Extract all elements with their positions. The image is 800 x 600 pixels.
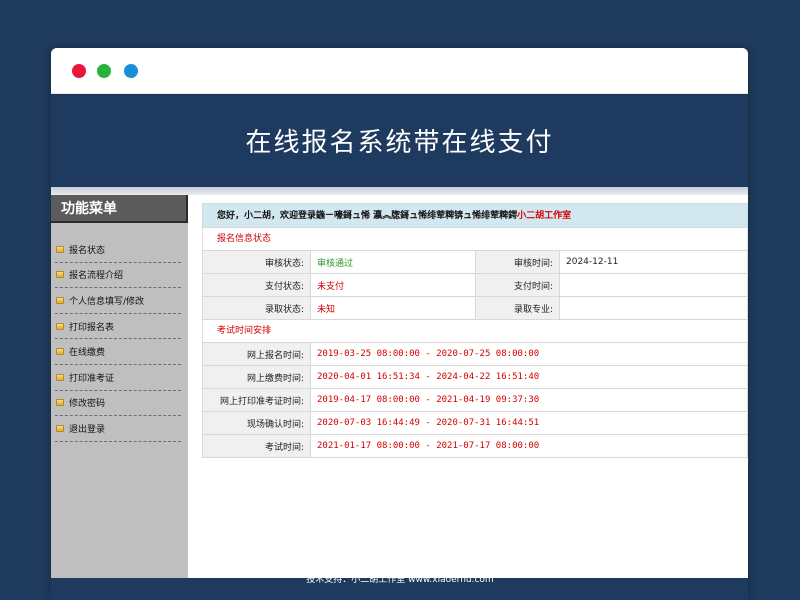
schedule-table: 网上报名时间: 2019-03-25 08:00:00 - 2020-07-25… (202, 342, 748, 458)
table-row: 录取状态: 未知 录取专业: (202, 296, 748, 320)
folder-icon (56, 245, 64, 253)
admission-major-value (559, 296, 748, 320)
folder-icon (56, 296, 64, 304)
table-row: 现场确认时间: 2020-07-03 16:44:49 - 2020-07-31… (202, 411, 748, 435)
review-time-label: 审核时间: (475, 250, 560, 274)
window-chrome (51, 48, 748, 94)
sidebar-item-print-admission-ticket[interactable]: 打印准考证 (55, 365, 181, 391)
table-row: 考试时间: 2021-01-17 08:00:00 - 2021-07-17 0… (202, 434, 748, 458)
sidebar-item-label: 打印准考证 (69, 373, 115, 384)
sidebar-item-label: 在线缴费 (69, 348, 106, 359)
schedule-label: 网上打印准考证时间: (202, 388, 311, 412)
content-panel: 您好，小二胡，欢迎登录鍦ㄧ嚎鎶ュ悕 瀛︽牎鎶ュ悕绯荤粺锛ュ悕绯荤粺鍔小二胡工作室… (202, 203, 748, 458)
browser-window: 在线报名系统带在线支付 功能菜单 报名状态 报名流程介绍 个人信息填写/修改 打… (51, 48, 748, 600)
minimize-window-button[interactable] (97, 64, 111, 78)
admission-major-label: 录取专业: (475, 296, 560, 320)
brand-name: 小二胡工作室 (517, 211, 572, 221)
welcome-text: 您好，小二胡，欢迎登录鍦ㄧ嚎鎶ュ悕 瀛︽牎鎶ュ悕绯荤粺锛ュ悕绯荤粺鍔 (217, 211, 518, 221)
sidebar-item-process-intro[interactable]: 报名流程介绍 (55, 263, 181, 289)
schedule-value: 2019-03-25 08:00:00 - 2020-07-25 08:00:0… (310, 342, 748, 366)
table-row: 网上报名时间: 2019-03-25 08:00:00 - 2020-07-25… (202, 342, 748, 366)
payment-time-label: 支付时间: (475, 273, 560, 297)
status-table: 审核状态: 审核通过 审核时间: 2024-12-11 支付状态: 未支付 支付… (202, 250, 748, 320)
sidebar-item-label: 打印报名表 (69, 322, 115, 333)
payment-status-label: 支付状态: (202, 273, 311, 297)
banner-divider (51, 187, 748, 195)
folder-icon (56, 424, 64, 432)
schedule-value: 2020-07-03 16:44:49 - 2020-07-31 16:44:5… (310, 411, 748, 435)
sidebar-item-logout[interactable]: 退出登录 (55, 416, 181, 442)
sidebar-item-change-password[interactable]: 修改密码 (55, 391, 181, 417)
folder-icon (56, 399, 64, 407)
table-row: 网上打印准考证时间: 2019-04-17 08:00:00 - 2021-04… (202, 388, 748, 412)
site-banner: 在线报名系统带在线支付 (51, 94, 748, 187)
main-content: 您好，小二胡，欢迎登录鍦ㄧ嚎鎶ュ悕 瀛︽牎鎶ュ悕绯荤粺锛ュ悕绯荤粺鍔小二胡工作室… (188, 195, 748, 578)
sidebar-item-label: 报名流程介绍 (69, 271, 124, 282)
schedule-section-title: 考试时间安排 (202, 320, 748, 342)
table-row: 网上缴费时间: 2020-04-01 16:51:34 - 2024-04-22… (202, 365, 748, 389)
folder-icon (56, 373, 64, 381)
sidebar-item-label: 报名状态 (69, 245, 106, 256)
schedule-value: 2020-04-01 16:51:34 - 2024-04-22 16:51:4… (310, 365, 748, 389)
sidebar-title: 功能菜单 (51, 195, 188, 223)
footer-address: 地址：龙兴大街129号 (355, 558, 445, 568)
footer-support: 技术支持：小二胡工作室 www.xiaoerhu.com (306, 575, 494, 585)
schedule-value: 2019-04-17 08:00:00 - 2021-04-19 09:37:3… (310, 388, 748, 412)
schedule-label: 网上报名时间: (202, 342, 311, 366)
payment-status-value: 未支付 (310, 273, 476, 297)
payment-time-value (559, 273, 748, 297)
sidebar-item-label: 修改密码 (69, 399, 106, 410)
footer-copyright: 版权所有 (381, 541, 418, 551)
admission-status-label: 录取状态: (202, 296, 311, 320)
schedule-label: 现场确认时间: (202, 411, 311, 435)
footer: 版权所有 地址：龙兴大街129号 技术支持：小二胡工作室 www.xiaoerh… (0, 538, 800, 589)
schedule-label: 网上缴费时间: (202, 365, 311, 389)
sidebar-item-registration-status[interactable]: 报名状态 (55, 237, 181, 263)
close-window-button[interactable] (72, 64, 86, 78)
sidebar-item-personal-info[interactable]: 个人信息填写/修改 (55, 288, 181, 314)
folder-icon (56, 322, 64, 330)
schedule-value: 2021-01-17 08:00:00 - 2021-07-17 08:00:0… (310, 434, 748, 458)
sidebar-item-online-payment[interactable]: 在线缴费 (55, 339, 181, 365)
table-row: 审核状态: 审核通过 审核时间: 2024-12-11 (202, 250, 748, 274)
sidebar-item-label: 个人信息填写/修改 (69, 296, 145, 307)
table-row: 支付状态: 未支付 支付时间: (202, 273, 748, 297)
review-status-value: 审核通过 (310, 250, 476, 274)
schedule-label: 考试时间: (202, 434, 311, 458)
maximize-window-button[interactable] (124, 64, 138, 78)
sidebar-item-label: 退出登录 (69, 424, 106, 435)
welcome-bar: 您好，小二胡，欢迎登录鍦ㄧ嚎鎶ュ悕 瀛︽牎鎶ュ悕绯荤粺锛ュ悕绯荤粺鍔小二胡工作室 (202, 203, 748, 228)
sidebar-item-print-form[interactable]: 打印报名表 (55, 314, 181, 340)
sidebar-menu: 报名状态 报名流程介绍 个人信息填写/修改 打印报名表 在线缴费 打印准考证 修… (55, 237, 181, 442)
review-time-value: 2024-12-11 (559, 250, 748, 274)
review-status-label: 审核状态: (202, 250, 311, 274)
sidebar: 功能菜单 报名状态 报名流程介绍 个人信息填写/修改 打印报名表 在线缴费 打印… (51, 195, 188, 578)
folder-icon (56, 271, 64, 279)
folder-icon (56, 348, 64, 356)
status-section-title: 报名信息状态 (202, 228, 748, 250)
admission-status-value: 未知 (310, 296, 476, 320)
site-title: 在线报名系统带在线支付 (245, 128, 554, 158)
